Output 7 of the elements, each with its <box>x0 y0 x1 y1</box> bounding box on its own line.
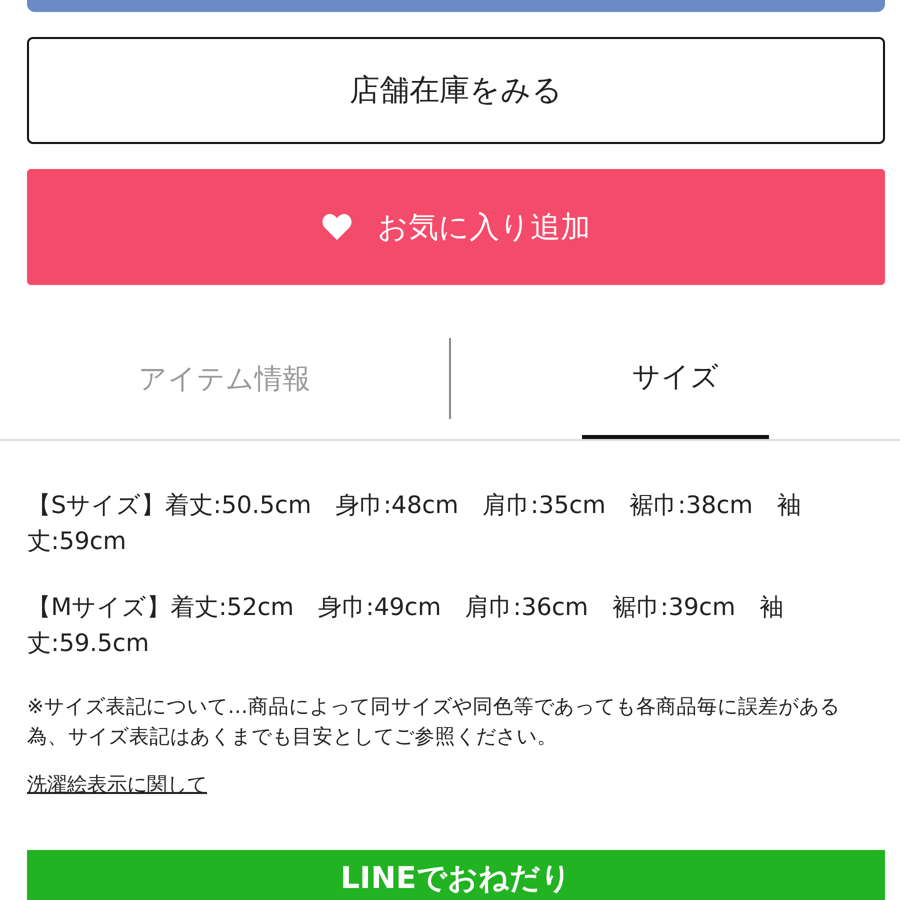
store-stock-button[interactable]: 店舗在庫をみる <box>27 37 885 144</box>
heart-icon <box>322 214 352 240</box>
size-info-text: 【Sサイズ】着丈:50.5cm 身巾:48cm 肩巾:35cm 裾巾:38cm 袖丈:59cm <box>27 490 802 557</box>
size-info-text: 【Mサイズ】着丈:52cm 身巾:49cm 肩巾:36cm 裾巾:39cm 袖丈:59.5cm <box>27 592 785 659</box>
laundry-link[interactable]: 洗濯絵表示に関して <box>27 771 207 798</box>
tab[interactable]: サイズ <box>451 338 900 439</box>
size-note-text: ※サイズ表記について…商品によって同サイズや同色等であっても各商品毎に誤差がある為、サイズ表記はあくまでも目安としてご参照ください。 <box>27 693 841 750</box>
